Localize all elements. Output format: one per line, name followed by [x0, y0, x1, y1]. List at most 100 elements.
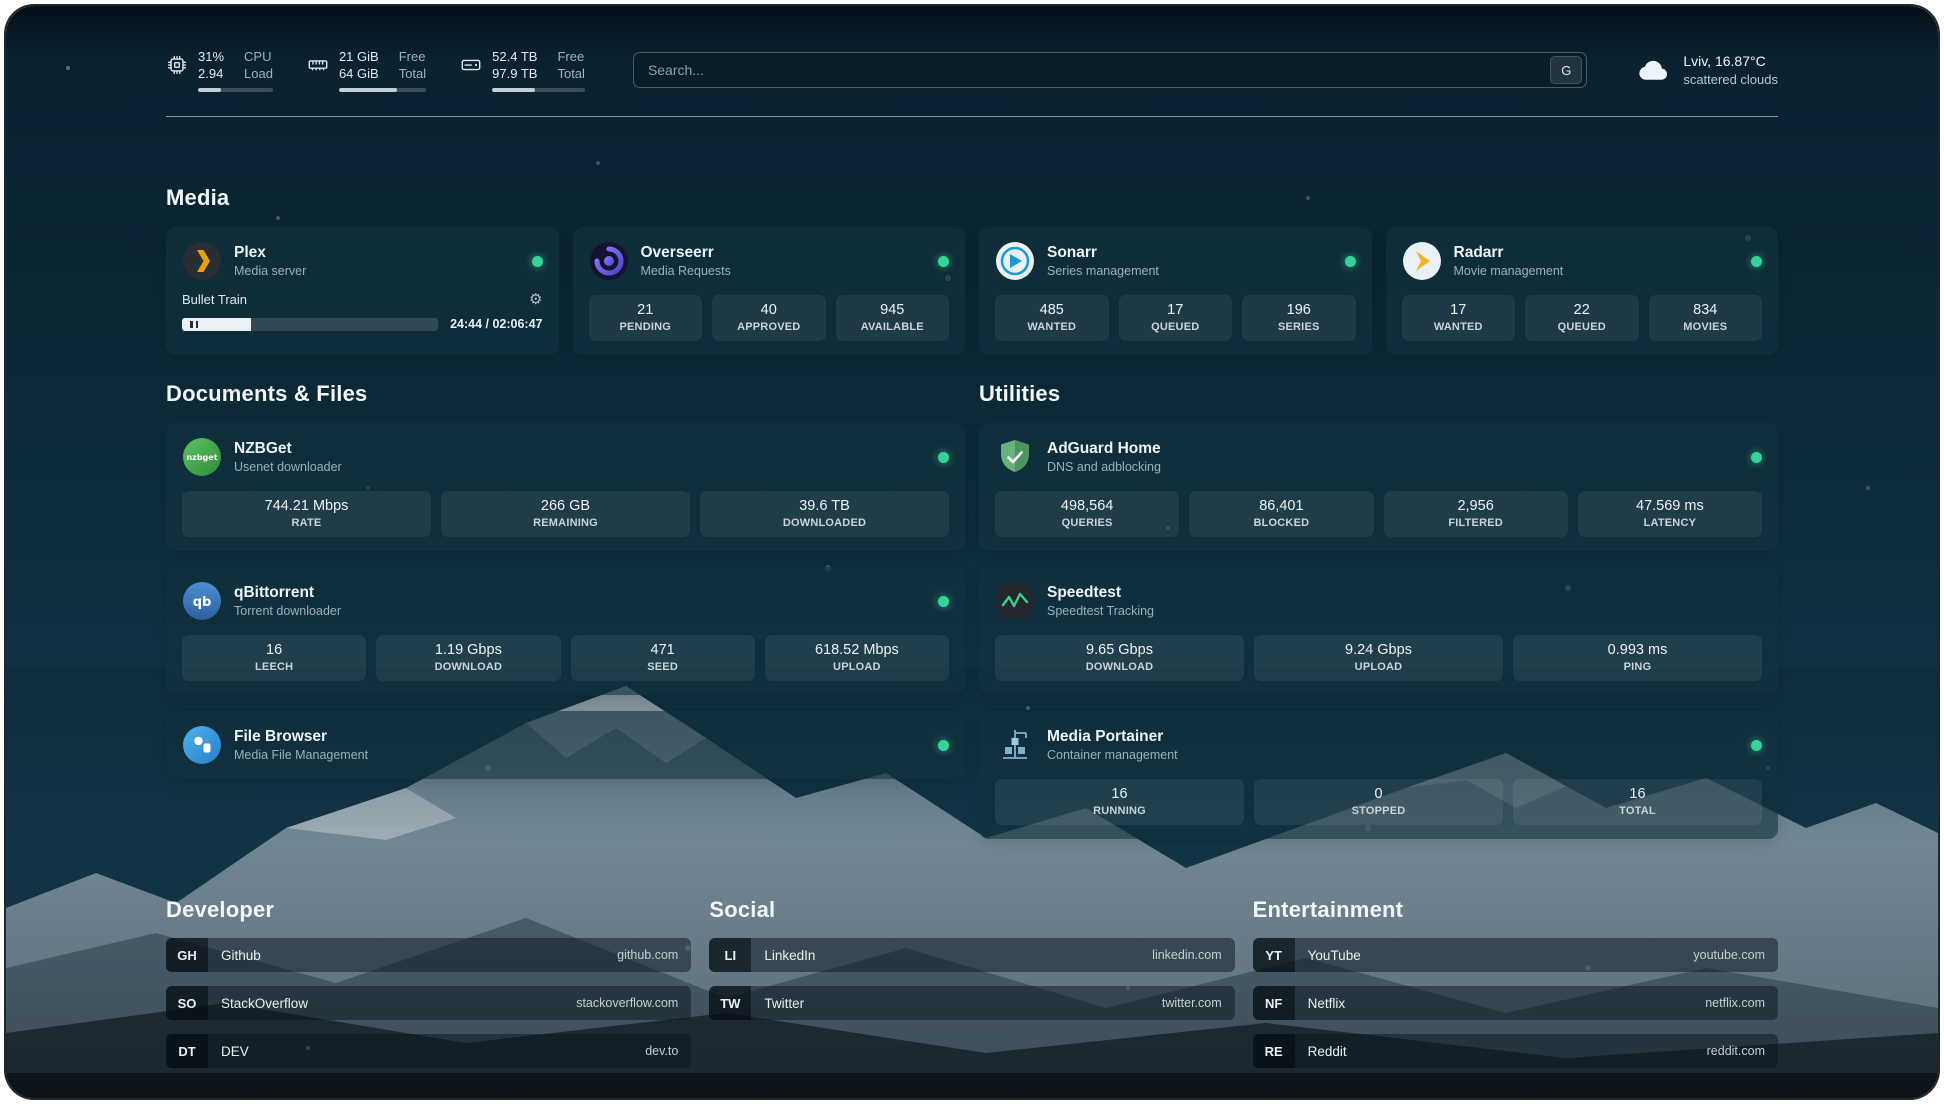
filebrowser-card[interactable]: File Browser Media File Management — [166, 711, 965, 779]
adguard-card[interactable]: AdGuard Home DNS and adblocking 498,564 … — [979, 423, 1778, 551]
link-netflix[interactable]: NF Netflix netflix.com — [1253, 986, 1778, 1020]
status-dot — [1751, 740, 1762, 751]
disk-free-label: Free — [557, 48, 584, 65]
now-playing-title: Bullet Train — [182, 292, 247, 307]
status-dot — [938, 452, 949, 463]
ram-usage-bar — [339, 88, 426, 92]
link-youtube[interactable]: YT YouTube youtube.com — [1253, 938, 1778, 972]
stat-download: 1.19 Gbps DOWNLOAD — [376, 635, 560, 681]
stat-value: 834 — [1655, 302, 1757, 318]
link-stackoverflow[interactable]: SO StackOverflow stackoverflow.com — [166, 986, 691, 1020]
link-url: twitter.com — [1162, 996, 1235, 1010]
ram-free-label: Free — [399, 48, 426, 65]
card-title: qBittorrent — [234, 584, 341, 602]
pause-icon[interactable] — [182, 318, 206, 331]
media-grid: Plex Media server Bullet Train ⚙ 24:44 /… — [166, 227, 1778, 355]
utilities-column: Utilities AdGuard Home — [979, 381, 1778, 839]
card-subtitle: Container management — [1047, 748, 1178, 762]
qbittorrent-card[interactable]: qb qBittorrent Torrent downloader 16 LEE… — [166, 567, 965, 695]
playback-progress-bar[interactable] — [206, 318, 438, 331]
developer-column: Developer GH Github github.com SO StackO… — [166, 897, 691, 1068]
nzbget-card[interactable]: nzbget NZBGet Usenet downloader 744.21 M… — [166, 423, 965, 551]
portainer-card[interactable]: Media Portainer Container management 16 … — [979, 711, 1778, 839]
search-engine-button[interactable]: G — [1550, 56, 1582, 84]
disk-metric: 52.4 TB 97.9 TB Free Total — [460, 48, 585, 92]
search-bar: G — [633, 52, 1587, 88]
cpu-load-value: 2.94 — [198, 65, 224, 82]
cpu-usage-bar — [198, 88, 273, 92]
stat-filtered: 2,956 FILTERED — [1384, 491, 1568, 537]
status-dot — [1345, 256, 1356, 267]
search-input[interactable] — [648, 62, 1550, 78]
card-title: NZBGet — [234, 440, 342, 458]
stat-label: TOTAL — [1519, 805, 1756, 817]
stat-label: AVAILABLE — [842, 321, 944, 333]
card-title: AdGuard Home — [1047, 440, 1161, 458]
hard-drive-icon — [460, 54, 482, 76]
disk-usage-bar — [492, 88, 585, 92]
stat-remaining: 266 GB REMAINING — [441, 491, 690, 537]
stat-label: DOWNLOAD — [1001, 661, 1238, 673]
overseerr-icon — [589, 241, 629, 281]
link-name: LinkedIn — [751, 948, 815, 963]
radarr-icon — [1402, 241, 1442, 281]
link-github[interactable]: GH Github github.com — [166, 938, 691, 972]
stat-value: 21 — [595, 302, 697, 318]
link-reddit[interactable]: RE Reddit reddit.com — [1253, 1034, 1778, 1068]
status-dot — [1751, 452, 1762, 463]
link-linkedin[interactable]: LI LinkedIn linkedin.com — [709, 938, 1234, 972]
stat-label: UPLOAD — [1260, 661, 1497, 673]
weather-condition: scattered clouds — [1683, 71, 1778, 88]
link-abbr: DT — [166, 1034, 208, 1068]
stat-value: 266 GB — [447, 498, 684, 514]
plex-card[interactable]: Plex Media server Bullet Train ⚙ 24:44 /… — [166, 227, 559, 355]
overseerr-card[interactable]: Overseerr Media Requests 21 PENDING 40 A… — [573, 227, 966, 355]
stat-value: 0 — [1260, 786, 1497, 802]
qbittorrent-icon: qb — [182, 581, 222, 621]
stat-stopped: 0 STOPPED — [1254, 779, 1503, 825]
link-name: Netflix — [1295, 996, 1346, 1011]
stat-value: 22 — [1531, 302, 1633, 318]
link-abbr: RE — [1253, 1034, 1295, 1068]
section-title-entertainment: Entertainment — [1253, 897, 1778, 923]
link-url: github.com — [617, 948, 691, 962]
topbar: 31% 2.94 CPU Load — [166, 48, 1778, 92]
stat-label: PENDING — [595, 321, 697, 333]
stat-value: 16 — [188, 642, 360, 658]
radarr-card[interactable]: Radarr Movie management 17 WANTED 22 QUE… — [1386, 227, 1779, 355]
stat-running: 16 RUNNING — [995, 779, 1244, 825]
card-subtitle: Media server — [234, 264, 306, 278]
stat-label: UPLOAD — [771, 661, 943, 673]
documents-column: Documents & Files nzbget NZBGet — [166, 381, 965, 839]
link-dev[interactable]: DT DEV dev.to — [166, 1034, 691, 1068]
playback-time: 24:44 / 02:06:47 — [450, 317, 542, 331]
nzbget-icon: nzbget — [182, 437, 222, 477]
dashboard-window: 31% 2.94 CPU Load — [6, 6, 1938, 1098]
status-dot — [1751, 256, 1762, 267]
stat-downloaded: 39.6 TB DOWNLOADED — [700, 491, 949, 537]
stat-label: WANTED — [1001, 321, 1103, 333]
card-title: Media Portainer — [1047, 728, 1178, 746]
gear-icon[interactable]: ⚙ — [529, 292, 542, 307]
link-twitter[interactable]: TW Twitter twitter.com — [709, 986, 1234, 1020]
link-name: DEV — [208, 1044, 249, 1059]
stat-value: 1.19 Gbps — [382, 642, 554, 658]
disk-total-value: 97.9 TB — [492, 65, 537, 82]
card-subtitle: Media File Management — [234, 748, 368, 762]
stat-approved: 40 APPROVED — [712, 295, 826, 341]
cpu-label: CPU — [244, 48, 273, 65]
stat-seed: 471 SEED — [571, 635, 755, 681]
stat-value: 2,956 — [1390, 498, 1562, 514]
stat-value: 618.52 Mbps — [771, 642, 943, 658]
sonarr-card[interactable]: Sonarr Series management 485 WANTED 17 Q… — [979, 227, 1372, 355]
link-url: stackoverflow.com — [576, 996, 691, 1010]
disk-total-label: Total — [557, 65, 584, 82]
speedtest-card[interactable]: Speedtest Speedtest Tracking 9.65 Gbps D… — [979, 567, 1778, 695]
stat-total: 16 TOTAL — [1513, 779, 1762, 825]
stat-value: 196 — [1248, 302, 1350, 318]
ram-total-label: Total — [399, 65, 426, 82]
stat-ping: 0.993 ms PING — [1513, 635, 1762, 681]
status-dot — [532, 256, 543, 267]
social-column: Social LI LinkedIn linkedin.com TW Twitt… — [709, 897, 1234, 1068]
card-title: Sonarr — [1047, 244, 1159, 262]
